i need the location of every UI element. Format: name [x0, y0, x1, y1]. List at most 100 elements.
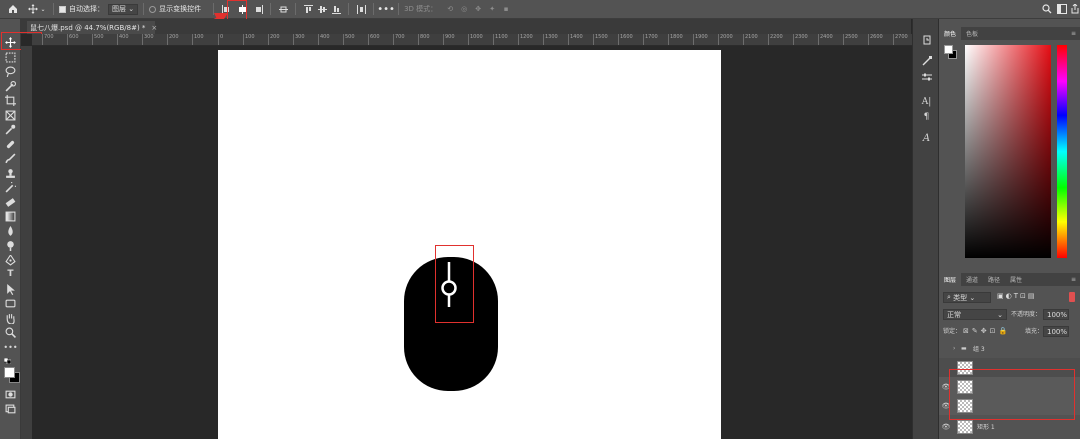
more-icon[interactable]: ••• — [377, 2, 395, 16]
color-field[interactable] — [965, 45, 1051, 258]
blend-mode-dropdown[interactable]: 正常 ⌄ — [943, 309, 1007, 320]
layer-filter-icons[interactable]: ▣◐T⊡▤ — [997, 292, 1036, 300]
ruler-tick: 1500 — [593, 34, 608, 45]
tab-layers[interactable]: 图层 — [939, 273, 962, 286]
quick-select-tool-icon[interactable] — [3, 80, 18, 92]
frame-tool-icon[interactable] — [3, 109, 18, 121]
tab-color[interactable]: 颜色 — [939, 27, 962, 40]
brush-tool-icon[interactable] — [3, 152, 18, 164]
3d-scale-icon[interactable]: ▪ — [499, 2, 513, 16]
vertical-ruler — [21, 46, 32, 439]
history-brush-tool-icon[interactable] — [3, 181, 18, 193]
close-icon[interactable]: × — [151, 24, 157, 32]
tab-document[interactable]: 鼠七八爆.psd @ 44.7%(RGB/8#) * × — [27, 21, 157, 34]
quick-mask-icon[interactable] — [3, 388, 18, 400]
ruler-tick: 2000 — [718, 34, 733, 45]
ruler-tick: 1800 — [668, 34, 683, 45]
tab-paths[interactable]: 路径 — [983, 273, 1005, 286]
ruler-tick: 700 — [393, 34, 405, 45]
dodge-tool-icon[interactable] — [3, 239, 18, 251]
panel-icon-strip: A| ¶ A — [912, 19, 938, 439]
healing-brush-tool-icon[interactable] — [3, 138, 18, 150]
ruler-tick: 2400 — [818, 34, 833, 45]
ruler-tick: 600 — [67, 34, 79, 45]
pen-tool-icon[interactable] — [3, 254, 18, 266]
layer-row[interactable]: › ▬ 组 3 — [939, 339, 1080, 358]
opacity-label: 不透明度： — [1011, 311, 1042, 318]
history-panel-icon[interactable] — [920, 33, 933, 46]
hue-slider[interactable] — [1057, 45, 1067, 258]
ruler-tick: 100 — [192, 34, 204, 45]
paragraph-panel-icon[interactable]: ¶ — [920, 110, 933, 123]
adjustments-icon[interactable] — [920, 70, 933, 83]
ruler-tick: 2100 — [743, 34, 758, 45]
glyphs-panel-icon[interactable]: A — [920, 132, 933, 145]
foreground-color-swatch[interactable] — [4, 367, 15, 378]
3d-roll-icon[interactable]: ◎ — [457, 2, 471, 16]
align-right-icon[interactable] — [251, 2, 265, 16]
fill-input[interactable]: 100% — [1043, 326, 1069, 337]
ruler-tick: 1600 — [618, 34, 633, 45]
default-colors-icon[interactable] — [3, 357, 12, 365]
eraser-tool-icon[interactable] — [3, 196, 18, 208]
marquee-tool-icon[interactable] — [3, 51, 18, 63]
character-panel-icon[interactable]: A| — [920, 95, 933, 108]
ruler-tick: 400 — [318, 34, 330, 45]
tab-properties[interactable]: 属性 — [1005, 273, 1027, 286]
layers-menu-icon[interactable]: ≡ — [1066, 273, 1080, 286]
align-vertical-top-icon[interactable] — [301, 2, 315, 16]
auto-select-checkbox[interactable]: 自动选择： — [59, 0, 104, 19]
rectangle-tool-icon[interactable] — [3, 297, 18, 309]
ruler-tick: 1200 — [518, 34, 533, 45]
annotation-box-layers — [949, 369, 1075, 420]
align-top-icon[interactable] — [276, 2, 290, 16]
filter-toggle-icon[interactable] — [1069, 292, 1075, 302]
lock-icons[interactable]: ⊠✎✥⊡🔒 — [963, 326, 1010, 337]
more-tools-icon[interactable]: ••• — [3, 341, 18, 353]
color-panel-foreground-swatch[interactable] — [944, 45, 953, 54]
canvas-area[interactable] — [32, 46, 912, 439]
3d-rotate-icon[interactable]: ⟲ — [443, 2, 457, 16]
ruler-tick: 200 — [167, 34, 179, 45]
hand-tool-icon[interactable] — [3, 312, 18, 324]
share-icon[interactable] — [1068, 2, 1080, 16]
opacity-input[interactable]: 100% — [1043, 309, 1069, 320]
auto-select-dropdown[interactable]: 图层 ⌄ — [108, 0, 139, 19]
ruler-tick: 2700 — [893, 34, 908, 45]
type-tool-icon[interactable]: T — [3, 268, 18, 280]
3d-pan-icon[interactable]: ✥ — [471, 2, 485, 16]
align-vertical-bottom-icon[interactable] — [329, 2, 343, 16]
fill-label: 填充： — [1025, 328, 1044, 335]
home-icon[interactable] — [0, 2, 26, 16]
workspace-icon[interactable] — [1055, 2, 1069, 16]
distribute-icon[interactable] — [354, 2, 368, 16]
move-tool-preset-icon[interactable]: ⌄ — [26, 2, 48, 16]
chevron-right-icon[interactable]: › — [953, 345, 961, 352]
annotation-box-mouse-wheel — [435, 245, 474, 323]
eyedropper-tool-icon[interactable] — [3, 123, 18, 135]
search-icon[interactable] — [1040, 2, 1054, 16]
screen-mode-icon[interactable] — [3, 403, 18, 415]
layer-filter-dropdown[interactable]: ⌕ 类型 ⌄ — [943, 292, 991, 303]
ruler-tick: 800 — [418, 34, 430, 45]
tools-panel: T ••• — [0, 19, 21, 439]
auto-select-value: 图层 — [112, 5, 126, 13]
zoom-tool-icon[interactable] — [3, 326, 18, 338]
crop-tool-icon[interactable] — [3, 94, 18, 106]
ruler-tick: 1000 — [468, 34, 483, 45]
3d-slide-icon[interactable]: ✦ — [485, 2, 499, 16]
path-select-tool-icon[interactable] — [3, 283, 18, 295]
ruler-tick: 2200 — [768, 34, 783, 45]
clone-stamp-tool-icon[interactable] — [3, 167, 18, 179]
tab-channels[interactable]: 通道 — [961, 273, 983, 286]
tab-swatches[interactable]: 色板 — [961, 27, 983, 40]
lasso-tool-icon[interactable] — [3, 65, 18, 77]
blur-tool-icon[interactable] — [3, 225, 18, 237]
layers-panel-tabs: 图层 通道 路径 属性 ≡ — [939, 273, 1080, 286]
document-canvas[interactable] — [218, 50, 721, 439]
panel-menu-icon[interactable]: ≡ — [1066, 27, 1080, 40]
align-vertical-center-icon[interactable] — [315, 2, 329, 16]
brush-settings-icon[interactable] — [920, 54, 933, 67]
gradient-tool-icon[interactable] — [3, 210, 18, 222]
eye-icon[interactable]: 👁 — [939, 423, 953, 431]
